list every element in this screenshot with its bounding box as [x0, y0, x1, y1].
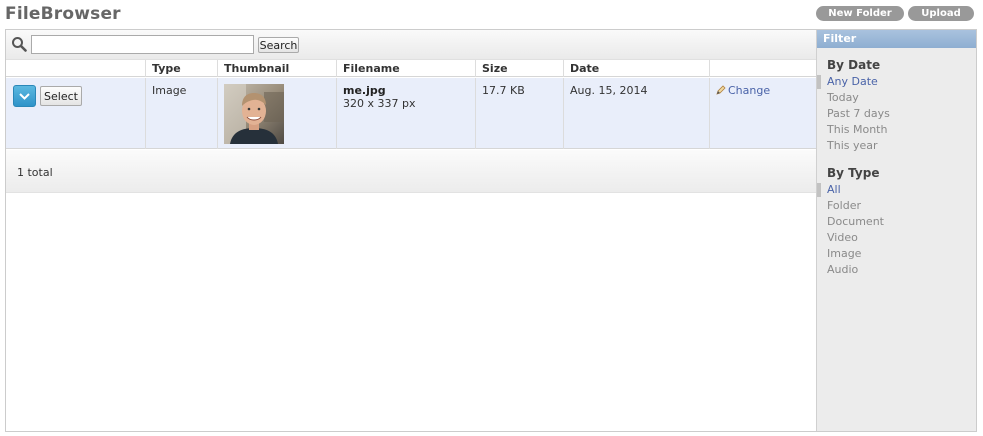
table-footer: 1 total: [6, 150, 816, 193]
filter-type-document[interactable]: Document: [817, 214, 976, 230]
image-dimensions: 320 x 337 px: [343, 97, 416, 110]
app-title: FileBrowser: [5, 4, 121, 24]
table-row[interactable]: Select Image me.jpg 320 x 337 px 17.7 KB…: [6, 78, 816, 149]
filter-date-past-7-days[interactable]: Past 7 days: [817, 106, 976, 122]
filter-type-folder[interactable]: Folder: [817, 198, 976, 214]
filter-sidebar: Filter By Date Any Date Today Past 7 day…: [816, 30, 976, 431]
column-header-type[interactable]: Type: [145, 60, 217, 77]
upload-button[interactable]: Upload: [908, 6, 974, 21]
column-header-thumbnail[interactable]: Thumbnail: [217, 60, 336, 77]
search-icon: [12, 37, 27, 52]
filter-type-video[interactable]: Video: [817, 230, 976, 246]
filename[interactable]: me.jpg: [343, 84, 475, 97]
edit-cell: Change: [709, 78, 816, 149]
change-link[interactable]: Change: [716, 84, 770, 97]
row-actions-cell: Select: [6, 78, 145, 149]
type-cell: Image: [145, 78, 217, 149]
pencil-icon: [716, 85, 726, 95]
date-cell: Aug. 15, 2014: [563, 78, 709, 149]
row-menu-button[interactable]: [13, 85, 36, 107]
column-header-actions: [6, 60, 145, 77]
filename-cell: me.jpg 320 x 337 px: [336, 78, 475, 149]
filter-date-this-month[interactable]: This Month: [817, 122, 976, 138]
filter-date-today[interactable]: Today: [817, 90, 976, 106]
change-link-label: Change: [728, 84, 771, 97]
filter-title: Filter: [817, 30, 976, 48]
filter-type-audio[interactable]: Audio: [817, 262, 976, 278]
search-toolbar: Search: [6, 30, 816, 60]
filter-type-image[interactable]: Image: [817, 246, 976, 262]
column-header-edit: [709, 60, 816, 77]
filter-date-any[interactable]: Any Date: [817, 74, 976, 90]
thumbnail-cell: [217, 78, 336, 149]
chevron-down-icon: [19, 93, 30, 100]
thumbnail-image[interactable]: [224, 84, 284, 144]
by-date-heading: By Date: [827, 58, 881, 72]
new-folder-button[interactable]: New Folder: [816, 6, 904, 21]
table-header: Type Thumbnail Filename Size Date: [6, 60, 816, 77]
filter-type-all[interactable]: All: [817, 182, 976, 198]
size-cell: 17.7 KB: [475, 78, 563, 149]
search-input[interactable]: [31, 35, 254, 54]
select-button[interactable]: Select: [40, 86, 82, 106]
total-count: 1 total: [17, 166, 53, 179]
search-button[interactable]: Search: [258, 37, 299, 53]
filter-date-this-year[interactable]: This year: [817, 138, 976, 154]
column-header-size[interactable]: Size: [475, 60, 563, 77]
column-header-filename[interactable]: Filename: [336, 60, 475, 77]
file-browser-panel: Search Type Thumbnail Filename Size Date…: [5, 29, 977, 432]
column-header-date[interactable]: Date: [563, 60, 709, 77]
by-type-heading: By Type: [827, 166, 880, 180]
